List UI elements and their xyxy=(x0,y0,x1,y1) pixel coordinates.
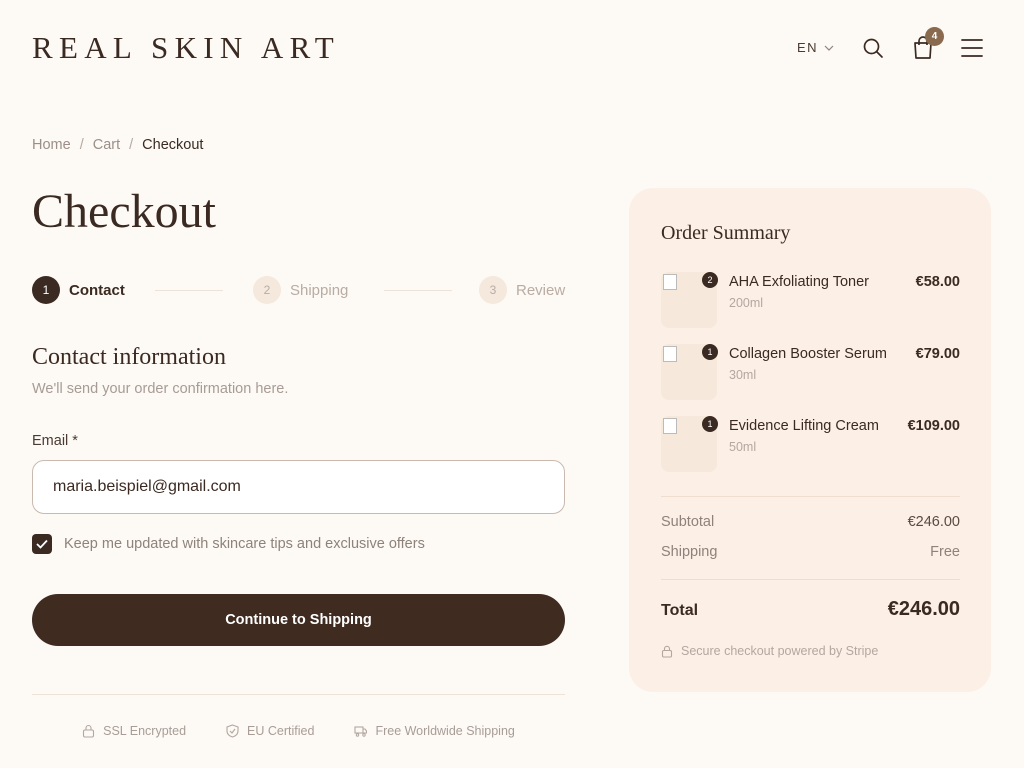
shield-check-icon xyxy=(226,724,239,738)
contact-section-subtitle: We'll send your order confirmation here. xyxy=(32,381,289,397)
item-size: 30ml xyxy=(729,368,757,382)
cart-count-badge: 4 xyxy=(925,27,944,46)
contact-section-title: Contact information xyxy=(32,344,226,370)
divider xyxy=(661,496,960,497)
broken-image-icon xyxy=(663,274,677,290)
shipping-row: Shipping Free xyxy=(661,544,960,560)
lock-icon xyxy=(661,645,673,658)
breadcrumb-separator: / xyxy=(79,137,84,153)
shipping-label: Shipping xyxy=(661,544,718,560)
order-item: 1 Evidence Lifting Cream 50ml €109.00 xyxy=(661,416,960,472)
breadcrumb-separator: / xyxy=(129,137,134,153)
breadcrumb-home[interactable]: Home xyxy=(32,137,71,153)
truck-icon xyxy=(354,726,368,737)
subtotal-label: Subtotal xyxy=(661,514,715,530)
divider xyxy=(661,579,960,580)
subtotal-row: Subtotal €246.00 xyxy=(661,514,960,530)
step-connector xyxy=(384,290,452,291)
newsletter-checkbox[interactable] xyxy=(32,534,52,554)
email-field[interactable] xyxy=(32,460,565,514)
trust-item-shipping: Free Worldwide Shipping xyxy=(354,724,515,738)
checkout-stepper: 1 Contact 2 Shipping 3 Review xyxy=(32,276,565,304)
step-number: 1 xyxy=(32,276,60,304)
order-item: 2 AHA Exfoliating Toner 200ml €58.00 xyxy=(661,272,960,328)
breadcrumb-cart[interactable]: Cart xyxy=(93,137,120,153)
item-quantity-badge: 2 xyxy=(702,272,718,288)
newsletter-optin[interactable]: Keep me updated with skincare tips and e… xyxy=(32,534,425,554)
step-label: Review xyxy=(516,281,566,299)
item-name: Evidence Lifting Cream xyxy=(729,418,879,434)
breadcrumb-current: Checkout xyxy=(142,137,204,153)
page-title: Checkout xyxy=(32,185,216,238)
trust-label: Free Worldwide Shipping xyxy=(375,724,515,738)
total-value: €246.00 xyxy=(887,598,960,620)
total-row: Total €246.00 xyxy=(661,598,960,621)
order-item: 1 Collagen Booster Serum 30ml €79.00 xyxy=(661,344,960,400)
total-label: Total xyxy=(661,602,699,619)
secure-note-label: Secure checkout powered by Stripe xyxy=(681,644,879,658)
step-shipping[interactable]: 2 Shipping xyxy=(253,276,348,304)
shipping-value: Free xyxy=(930,544,960,560)
menu-icon[interactable] xyxy=(961,38,983,58)
item-price: €109.00 xyxy=(907,418,960,434)
trust-item-ssl: SSL Encrypted xyxy=(82,724,186,738)
step-connector xyxy=(155,290,223,291)
trust-label: EU Certified xyxy=(247,724,315,738)
order-summary: Order Summary 2 AHA Exfoliating Toner 20… xyxy=(629,188,991,692)
step-number: 3 xyxy=(479,276,507,304)
item-quantity-badge: 1 xyxy=(702,416,718,432)
breadcrumb: Home / Cart / Checkout xyxy=(32,137,203,153)
site-logo[interactable]: REAL SKIN ART xyxy=(32,30,340,66)
trust-label: SSL Encrypted xyxy=(103,724,187,738)
item-price: €58.00 xyxy=(915,274,960,290)
step-contact[interactable]: 1 Contact xyxy=(32,276,125,304)
order-summary-title: Order Summary xyxy=(661,222,791,244)
broken-image-icon xyxy=(663,346,677,362)
trust-item-eu: EU Certified xyxy=(226,724,314,738)
continue-to-shipping-button[interactable]: Continue to Shipping xyxy=(32,594,565,646)
step-label: Shipping xyxy=(290,281,349,299)
trust-badges: SSL Encrypted EU Certified Free Worldwid… xyxy=(32,724,565,738)
step-label: Contact xyxy=(69,281,125,299)
language-selector[interactable]: EN xyxy=(797,40,834,55)
step-review[interactable]: 3 Review xyxy=(479,276,565,304)
secure-checkout-note: Secure checkout powered by Stripe xyxy=(661,644,878,658)
step-number: 2 xyxy=(253,276,281,304)
item-size: 50ml xyxy=(729,440,757,454)
chevron-down-icon xyxy=(824,45,834,51)
language-label: EN xyxy=(797,40,819,55)
item-quantity-badge: 1 xyxy=(702,344,718,360)
checkmark-icon xyxy=(36,539,48,549)
divider xyxy=(32,694,565,695)
item-name: AHA Exfoliating Toner xyxy=(729,274,869,290)
subtotal-value: €246.00 xyxy=(907,514,960,530)
item-price: €79.00 xyxy=(915,346,960,362)
item-name: Collagen Booster Serum xyxy=(729,346,887,362)
search-icon[interactable] xyxy=(862,37,884,59)
item-size: 200ml xyxy=(729,296,764,310)
broken-image-icon xyxy=(663,418,677,434)
email-label: Email * xyxy=(32,433,78,449)
lock-icon xyxy=(83,724,95,738)
newsletter-label: Keep me updated with skincare tips and e… xyxy=(64,536,425,552)
